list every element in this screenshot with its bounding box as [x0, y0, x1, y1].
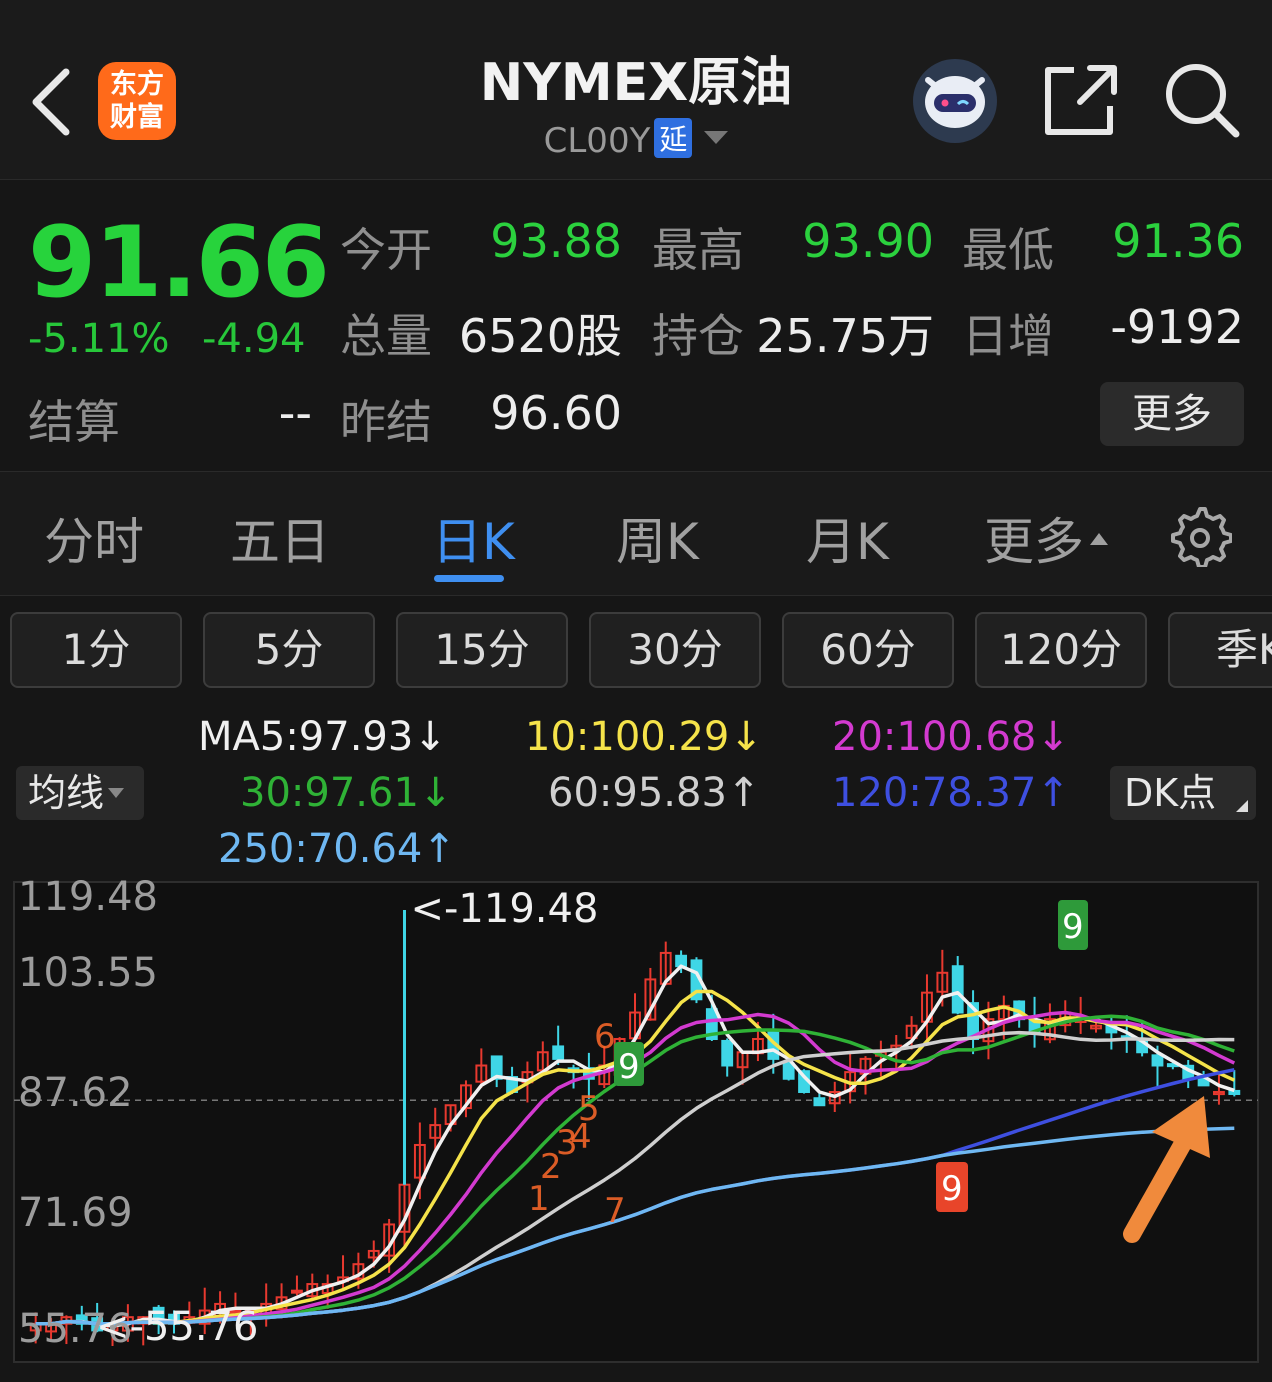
period-quarter[interactable]: 季K	[1168, 612, 1272, 688]
ma10-value: 10:100.29↓	[525, 714, 763, 760]
share-icon[interactable]	[1040, 62, 1120, 138]
high-label: 最高	[652, 223, 744, 277]
td-sequence-label: 6	[594, 1017, 616, 1057]
dk-point-button[interactable]: DK点	[1110, 766, 1256, 820]
td-sequence-label: 5	[578, 1089, 600, 1129]
tab-weekly-k[interactable]: 周K	[616, 502, 699, 574]
candle-body	[1228, 1089, 1241, 1095]
settle-value: --	[278, 386, 312, 440]
change-percent: -5.11%	[28, 316, 170, 362]
page-title: NYMEX原油	[479, 53, 793, 113]
open-value: 93.88	[490, 214, 622, 268]
ma-selector-label: 均线	[28, 771, 105, 815]
y-axis-tick: 87.62	[18, 1070, 133, 1116]
ma5-value: MA5:97.93↓	[198, 714, 447, 760]
settle-label: 结算	[28, 395, 120, 449]
logo-line1: 东方	[110, 69, 164, 100]
candle-body	[1151, 1054, 1164, 1067]
kline-chart[interactable]: 119.48 103.55 87.62 71.69 55.76 <-119.48 <-55.…	[0, 880, 1272, 1382]
change-value: -4.94	[202, 316, 306, 362]
kline-chart-svg[interactable]: 119.48103.5587.6271.6955.76<-119.48<-55.…	[0, 880, 1272, 1382]
y-axis-tick: 119.48	[18, 880, 158, 920]
open-interest-label: 持仓	[652, 309, 744, 363]
back-arrow-icon[interactable]	[28, 66, 84, 138]
period-1min[interactable]: 1分	[10, 612, 182, 688]
period-30min[interactable]: 30分	[589, 612, 761, 688]
open-label: 今开	[340, 223, 432, 277]
quote-panel: 91.66 -5.11% -4.94 今开 93.88 最高 93.90 最低 …	[0, 180, 1272, 472]
candle-body	[951, 965, 964, 1014]
contract-code: CL00Y	[543, 121, 651, 161]
candle-body	[721, 1039, 734, 1067]
chevron-down-icon	[108, 788, 125, 798]
y-axis-tick: 71.69	[18, 1190, 133, 1236]
dk-point-label: DK点	[1124, 771, 1217, 815]
tab-more[interactable]: 更多	[984, 502, 1108, 574]
ma30-value: 30:97.61↓	[240, 770, 453, 816]
y-axis-tick: 103.55	[18, 950, 158, 996]
ma60-value: 60:95.83↑	[548, 770, 761, 816]
chevron-down-icon	[704, 131, 729, 144]
ma120-value: 120:78.37↑	[832, 770, 1070, 816]
prev-settle-label: 昨结	[340, 395, 432, 449]
gear-icon[interactable]	[1168, 503, 1232, 567]
period-15min[interactable]: 15分	[396, 612, 568, 688]
open-interest-value: 25.75万	[756, 309, 934, 363]
candle-body	[813, 1097, 826, 1107]
candle-body	[291, 1289, 303, 1294]
more-quote-button[interactable]: 更多	[1100, 382, 1244, 446]
period-buttons: 1分 5分 15分 30分 60分 120分 季K	[0, 596, 1272, 706]
ma-selector[interactable]: 均线	[16, 766, 144, 820]
period-120min[interactable]: 120分	[975, 612, 1147, 688]
tab-monthly-k[interactable]: 月K	[806, 502, 889, 574]
eastmoney-logo[interactable]: 东方 财富	[98, 62, 176, 140]
last-price: 91.66	[28, 206, 330, 320]
volume-label: 总量	[340, 309, 432, 363]
tab-more-label: 更多	[984, 513, 1084, 571]
corner-triangle-icon	[1236, 800, 1248, 812]
candle-body	[782, 1062, 795, 1080]
robot-assistant-icon[interactable]	[912, 58, 998, 144]
prev-settle-value: 96.60	[490, 386, 622, 440]
td-sequence-label: 7	[604, 1191, 626, 1231]
contract-code-selector[interactable]: CL00Y 延	[420, 118, 852, 161]
tab-intraday[interactable]: 分时	[44, 502, 144, 574]
low-value: 91.36	[1112, 214, 1244, 268]
daily-increase-label: 日增	[962, 309, 1054, 363]
ma250-value: 250:70.64↑	[218, 826, 456, 872]
volume-value: 6520股	[458, 309, 622, 363]
triangle-up-icon	[1090, 533, 1108, 545]
period-5min[interactable]: 5分	[203, 612, 375, 688]
tab-five-day[interactable]: 五日	[230, 502, 330, 574]
td-nine-label: 9	[1062, 907, 1084, 947]
daily-increase-value: -9192	[1110, 300, 1244, 354]
logo-line2: 财富	[110, 102, 164, 133]
td-nine-label: 9	[941, 1169, 963, 1209]
chart-tabs: 分时 五日 日K 周K 月K 更多	[0, 472, 1272, 596]
ma20-value: 20:100.68↓	[832, 714, 1070, 760]
active-tab-indicator	[434, 575, 504, 582]
high-value: 93.90	[802, 214, 934, 268]
low-label: 最低	[962, 223, 1054, 277]
max-price-annotation: <-119.48	[410, 886, 598, 932]
tab-daily-k[interactable]: 日K	[432, 502, 515, 574]
search-icon[interactable]	[1162, 60, 1242, 140]
app-header: 东方 财富 NYMEX原油 CL00Y 延	[0, 0, 1272, 180]
candle-body	[552, 1045, 565, 1060]
td-nine-label: 9	[618, 1047, 640, 1087]
period-60min[interactable]: 60分	[782, 612, 954, 688]
chart-frame	[13, 881, 1259, 1363]
min-price-annotation: <-55.76	[96, 1304, 258, 1350]
delay-badge: 延	[654, 118, 693, 158]
